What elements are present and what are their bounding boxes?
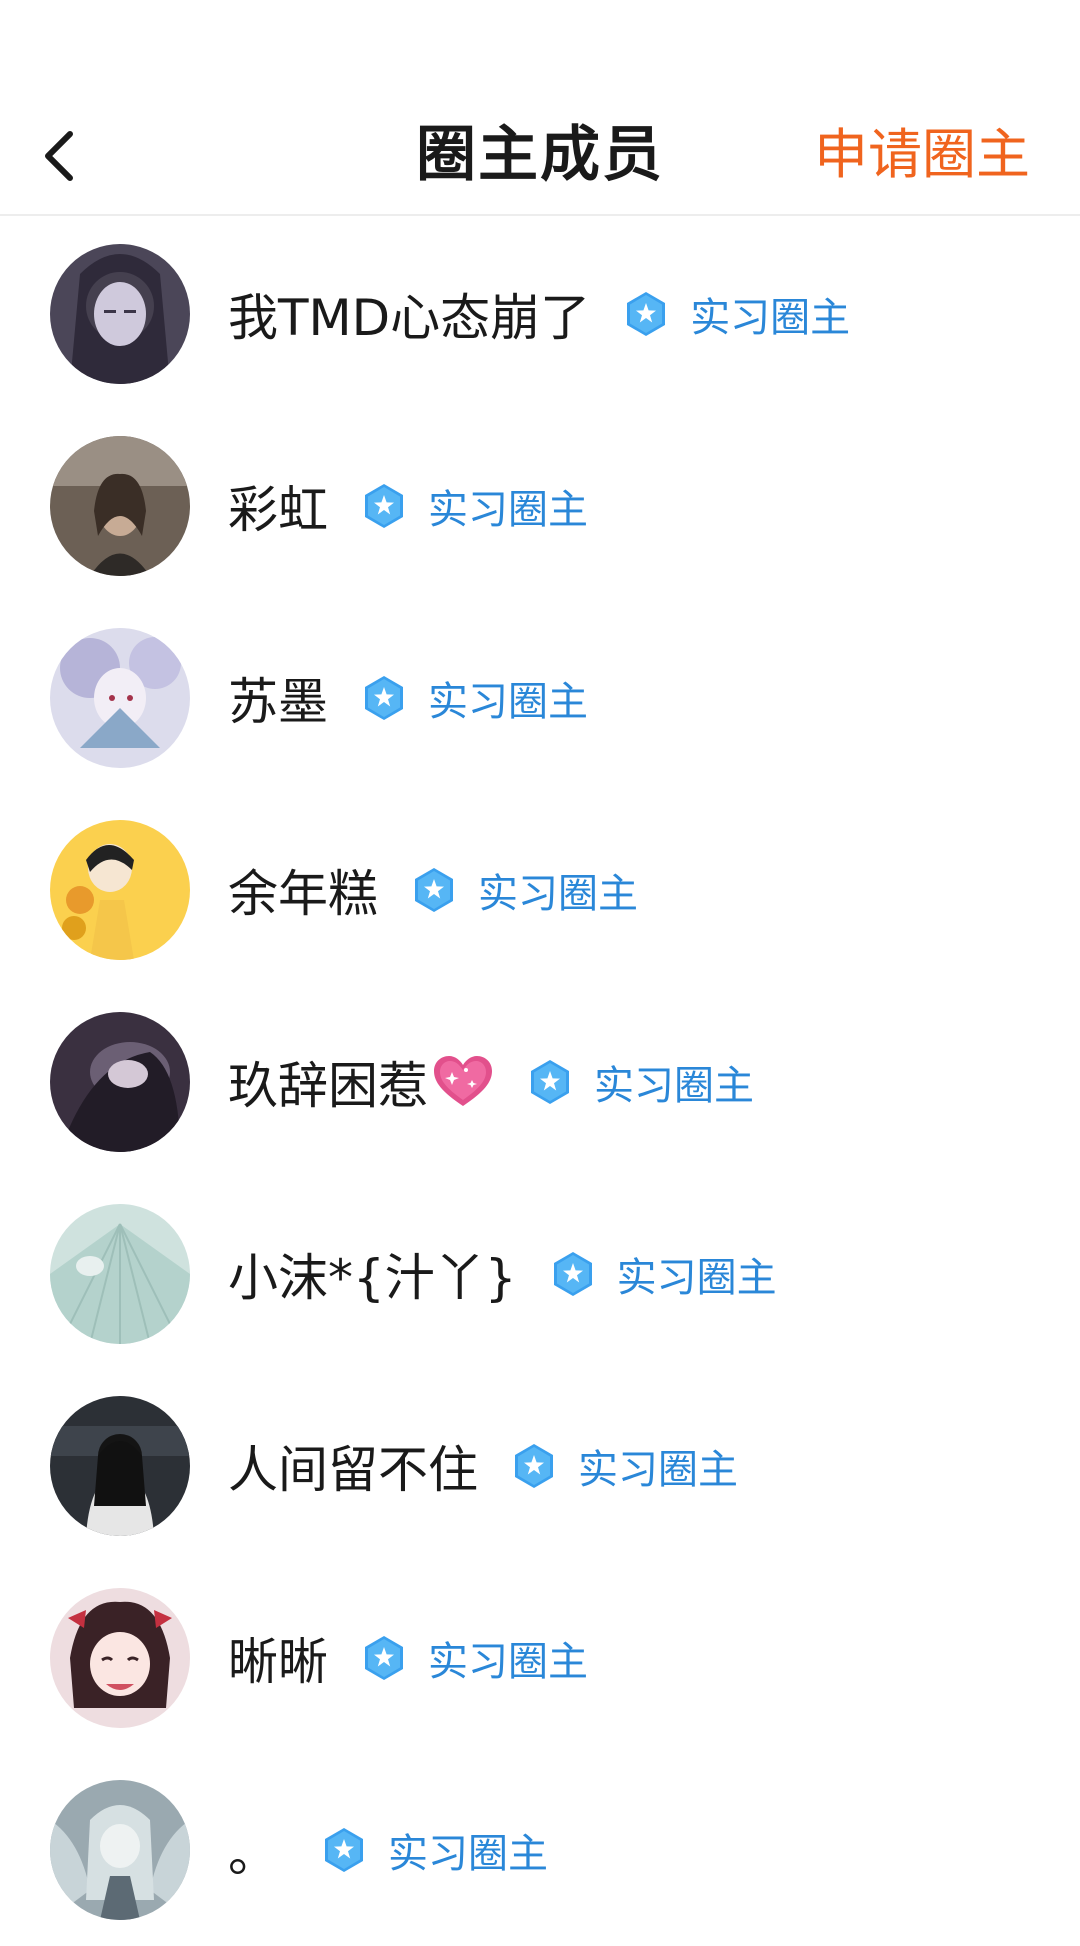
member-name-text: 余年糕: [228, 865, 378, 923]
avatar[interactable]: [50, 1780, 190, 1920]
role-badge: 实习圈主: [362, 1629, 588, 1687]
avatar[interactable]: [50, 244, 190, 384]
list-item[interactable]: 晰晰 实习圈主: [0, 1562, 1080, 1754]
role-label: 实习圈主: [478, 871, 638, 917]
list-item[interactable]: 人间留不住 实习圈主: [0, 1370, 1080, 1562]
sparkling-heart-icon: [434, 1056, 492, 1106]
list-item[interactable]: 苏墨 实习圈主: [0, 602, 1080, 794]
star-hexagon-badge-icon: [415, 868, 453, 912]
role-badge: 实习圈主: [412, 861, 638, 919]
role-label: 实习圈主: [616, 1255, 777, 1301]
star-hexagon-badge-icon: [365, 676, 403, 720]
role-label: 实习圈主: [690, 295, 851, 341]
star-hexagon-badge-icon: [365, 1636, 403, 1680]
member-name: 余年糕 实习圈主: [228, 854, 638, 926]
role-badge: 实习圈主: [322, 1821, 548, 1879]
role-badge: 实习圈主: [551, 1245, 777, 1303]
role-label: 实习圈主: [594, 1063, 754, 1109]
star-hexagon-badge-icon: [553, 1252, 592, 1296]
role-badge: 实习圈主: [528, 1053, 754, 1111]
member-name-text: 苏墨: [228, 673, 328, 731]
role-label: 实习圈主: [578, 1447, 738, 1493]
avatar[interactable]: [50, 820, 190, 960]
member-name-text: 玖辞困惹: [228, 1057, 428, 1115]
apply-owner-button[interactable]: 申请圈主: [814, 96, 1030, 214]
member-name: 苏墨 实习圈主: [228, 662, 588, 734]
member-name: 彩虹 实习圈主: [228, 470, 588, 542]
member-name-text: 我TMD心态崩了: [228, 289, 591, 347]
role-badge: 实习圈主: [362, 669, 588, 727]
list-item[interactable]: 余年糕 实习圈主: [0, 794, 1080, 986]
star-hexagon-badge-icon: [365, 484, 403, 528]
star-hexagon-badge-icon: [531, 1060, 569, 1104]
member-name-text: 人间留不住: [228, 1441, 478, 1499]
star-hexagon-badge-icon: [627, 292, 666, 336]
list-item[interactable]: 玖辞困惹 实习圈主: [0, 986, 1080, 1178]
avatar[interactable]: [50, 1588, 190, 1728]
member-name-text: 小沫*{汁丫}: [228, 1249, 517, 1307]
member-name: 我TMD心态崩了 实习圈主: [228, 278, 850, 350]
list-item[interactable]: 。 实习圈主: [0, 1754, 1080, 1946]
role-label: 实习圈主: [428, 487, 588, 533]
member-name: 人间留不住 实习圈主: [228, 1430, 738, 1502]
member-name: 小沫*{汁丫} 实习圈主: [228, 1238, 777, 1310]
top-navigation-bar: 圈主成员 申请圈主: [0, 96, 1080, 216]
role-badge: 实习圈主: [362, 477, 588, 535]
avatar[interactable]: [50, 1396, 190, 1536]
avatar[interactable]: [50, 1204, 190, 1344]
role-badge: 实习圈主: [624, 285, 850, 343]
member-name-text: 。: [228, 1825, 278, 1883]
star-hexagon-badge-icon: [515, 1444, 553, 1488]
member-name: 晰晰 实习圈主: [228, 1622, 588, 1694]
avatar[interactable]: [50, 1012, 190, 1152]
star-hexagon-badge-icon: [325, 1828, 363, 1872]
member-name-text: 彩虹: [228, 481, 328, 539]
member-name: 玖辞困惹 实习圈主: [228, 1046, 754, 1118]
role-badge: 实习圈主: [512, 1437, 738, 1495]
avatar[interactable]: [50, 436, 190, 576]
status-bar-area: [0, 0, 1080, 96]
member-name-text: 晰晰: [228, 1633, 328, 1691]
avatar[interactable]: [50, 628, 190, 768]
role-label: 实习圈主: [428, 679, 588, 725]
list-item[interactable]: 小沫*{汁丫} 实习圈主: [0, 1178, 1080, 1370]
role-label: 实习圈主: [388, 1831, 548, 1877]
member-name: 。 实习圈主: [228, 1814, 548, 1886]
list-item[interactable]: 彩虹 实习圈主: [0, 410, 1080, 602]
list-item[interactable]: 我TMD心态崩了 实习圈主: [0, 218, 1080, 410]
role-label: 实习圈主: [428, 1639, 588, 1685]
